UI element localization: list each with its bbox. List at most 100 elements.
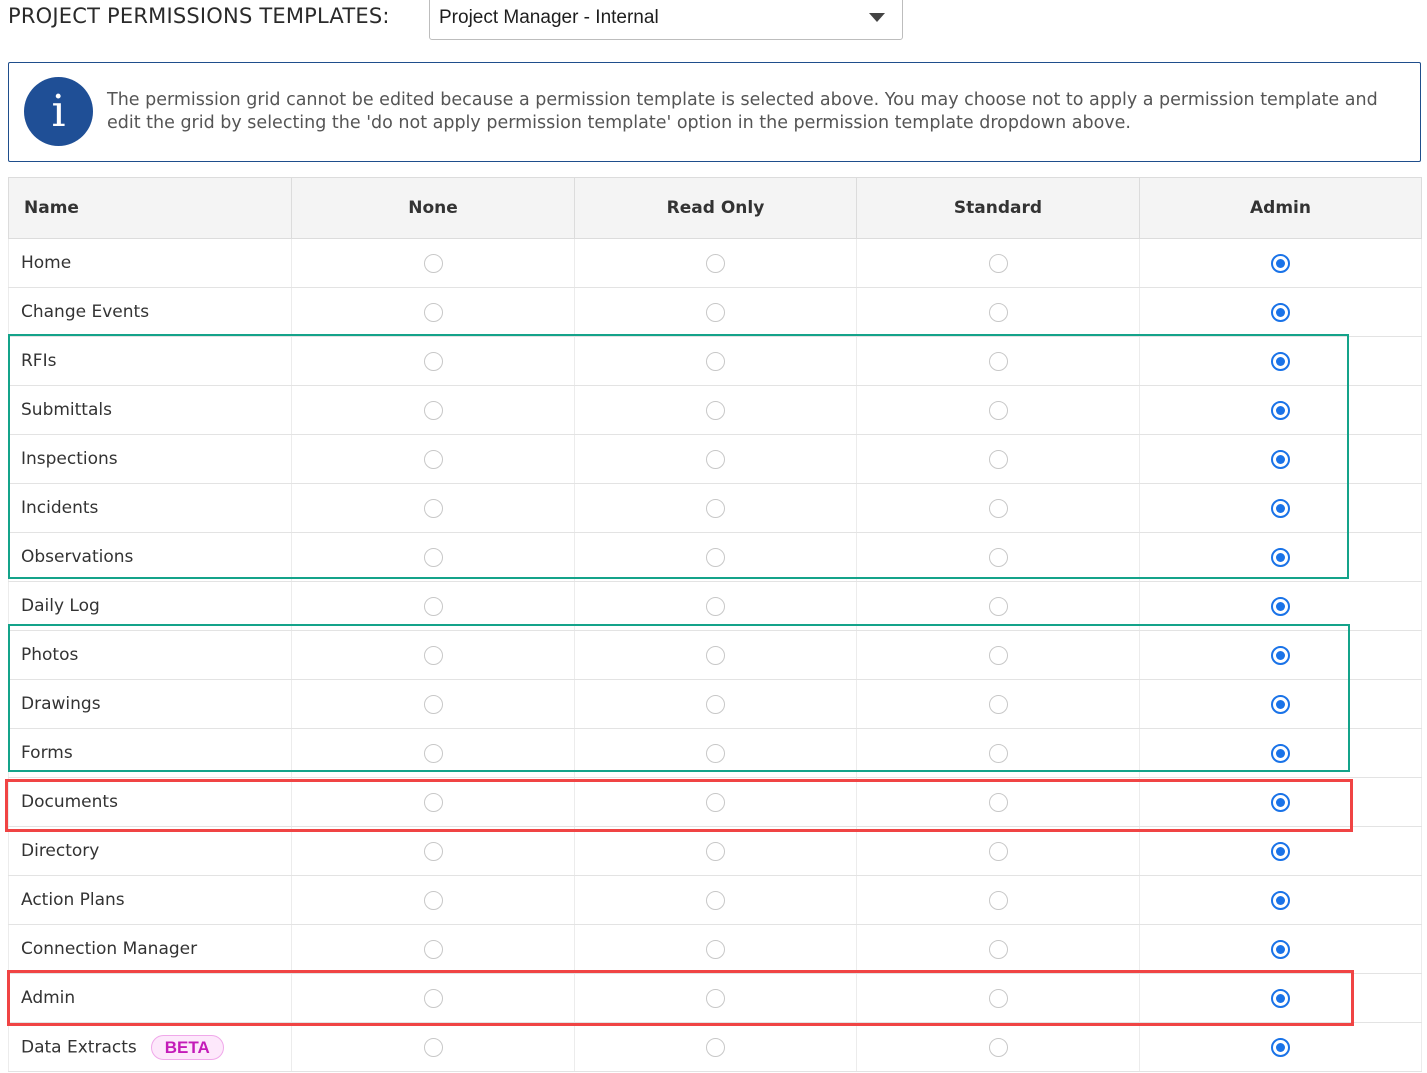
radio-read-only[interactable] xyxy=(706,939,725,959)
column-header-admin: Admin xyxy=(1139,177,1422,239)
permission-cell-admin xyxy=(1139,826,1422,876)
permission-name-cell: Connection Manager xyxy=(8,924,292,974)
radio-admin[interactable] xyxy=(1271,498,1290,518)
radio-read-only[interactable] xyxy=(706,547,725,567)
radio-standard[interactable] xyxy=(988,253,1008,273)
permission-name-cell: Forms xyxy=(8,728,292,778)
radio-admin[interactable] xyxy=(1271,988,1290,1008)
permission-name: Admin xyxy=(21,988,76,1008)
radio-read-only[interactable] xyxy=(706,988,725,1008)
radio-standard[interactable] xyxy=(988,547,1008,567)
permission-cell-read-only xyxy=(574,385,857,435)
radio-standard[interactable] xyxy=(988,498,1008,518)
radio-admin[interactable] xyxy=(1271,792,1290,812)
permission-cell-standard xyxy=(856,728,1140,778)
radio-none[interactable] xyxy=(423,449,443,469)
radio-admin[interactable] xyxy=(1271,890,1290,910)
permission-cell-none xyxy=(291,826,575,876)
radio-standard[interactable] xyxy=(988,743,1008,763)
radio-standard[interactable] xyxy=(988,449,1008,469)
radio-read-only[interactable] xyxy=(706,890,725,910)
radio-admin[interactable] xyxy=(1271,547,1290,567)
radio-none[interactable] xyxy=(423,1037,443,1057)
permission-name: Observations xyxy=(21,547,134,567)
radio-read-only[interactable] xyxy=(706,694,725,714)
radio-standard[interactable] xyxy=(988,645,1008,665)
radio-standard[interactable] xyxy=(988,841,1008,861)
radio-none[interactable] xyxy=(423,351,443,371)
radio-none[interactable] xyxy=(423,253,443,273)
radio-none[interactable] xyxy=(423,547,443,567)
radio-none[interactable] xyxy=(423,939,443,959)
radio-read-only[interactable] xyxy=(706,841,725,861)
radio-admin[interactable] xyxy=(1271,400,1290,420)
radio-read-only[interactable] xyxy=(706,400,725,420)
radio-read-only[interactable] xyxy=(706,596,725,616)
permission-cell-admin xyxy=(1139,1022,1422,1072)
radio-read-only[interactable] xyxy=(706,645,725,665)
radio-read-only[interactable] xyxy=(706,792,725,812)
permission-cell-read-only xyxy=(574,483,857,533)
caret-down-icon[interactable] xyxy=(869,13,885,22)
radio-none[interactable] xyxy=(423,988,443,1008)
radio-admin[interactable] xyxy=(1271,645,1290,665)
permission-cell-standard xyxy=(856,875,1140,925)
permission-cell-read-only xyxy=(574,336,857,386)
radio-none[interactable] xyxy=(423,743,443,763)
permission-cell-none xyxy=(291,924,575,974)
permission-cell-standard xyxy=(856,777,1140,827)
radio-admin[interactable] xyxy=(1271,841,1290,861)
permission-name-cell: Incidents xyxy=(8,483,292,533)
radio-read-only[interactable] xyxy=(706,498,725,518)
radio-none[interactable] xyxy=(423,596,443,616)
radio-none[interactable] xyxy=(423,694,443,714)
radio-read-only[interactable] xyxy=(706,1037,725,1057)
permission-name-cell: Documents xyxy=(8,777,292,827)
permission-cell-standard xyxy=(856,238,1140,288)
radio-standard[interactable] xyxy=(988,596,1008,616)
radio-none[interactable] xyxy=(423,792,443,812)
radio-admin[interactable] xyxy=(1271,302,1290,322)
permission-name: Data Extracts xyxy=(21,1037,137,1057)
radio-read-only[interactable] xyxy=(706,449,725,469)
radio-none[interactable] xyxy=(423,890,443,910)
permission-row-admin: Admin xyxy=(8,973,1422,1023)
permission-name: Connection Manager xyxy=(21,939,198,959)
radio-admin[interactable] xyxy=(1271,939,1290,959)
radio-none[interactable] xyxy=(423,302,443,322)
radio-none[interactable] xyxy=(423,841,443,861)
radio-standard[interactable] xyxy=(988,351,1008,371)
radio-none[interactable] xyxy=(423,498,443,518)
radio-standard[interactable] xyxy=(988,792,1008,812)
radio-admin[interactable] xyxy=(1271,694,1290,714)
radio-admin[interactable] xyxy=(1271,1037,1290,1057)
radio-standard[interactable] xyxy=(988,400,1008,420)
radio-standard[interactable] xyxy=(988,939,1008,959)
permission-name: Home xyxy=(21,253,72,273)
radio-read-only[interactable] xyxy=(706,743,725,763)
radio-admin[interactable] xyxy=(1271,351,1290,371)
radio-standard[interactable] xyxy=(988,302,1008,322)
radio-admin[interactable] xyxy=(1271,743,1290,763)
radio-admin[interactable] xyxy=(1271,596,1290,616)
template-select[interactable]: Project Manager - Internal xyxy=(429,0,903,40)
radio-none[interactable] xyxy=(423,645,443,665)
permission-name-cell: Directory xyxy=(8,826,292,876)
radio-standard[interactable] xyxy=(988,988,1008,1008)
permission-row-rfis: RFIs xyxy=(8,336,1422,386)
radio-none[interactable] xyxy=(423,400,443,420)
radio-read-only[interactable] xyxy=(706,302,725,322)
radio-admin[interactable] xyxy=(1271,449,1290,469)
column-header-none: None xyxy=(291,177,575,239)
radio-standard[interactable] xyxy=(988,694,1008,714)
radio-read-only[interactable] xyxy=(706,351,725,371)
radio-admin[interactable] xyxy=(1271,253,1290,273)
radio-standard[interactable] xyxy=(988,1037,1008,1057)
radio-read-only[interactable] xyxy=(706,253,725,273)
permission-cell-none xyxy=(291,532,575,582)
permission-cell-admin xyxy=(1139,238,1422,288)
permission-name-cell: Daily Log xyxy=(8,581,292,631)
permission-name-cell: Data Extracts BETA xyxy=(8,1022,292,1072)
radio-standard[interactable] xyxy=(988,890,1008,910)
permission-name: Change Events xyxy=(21,302,150,322)
